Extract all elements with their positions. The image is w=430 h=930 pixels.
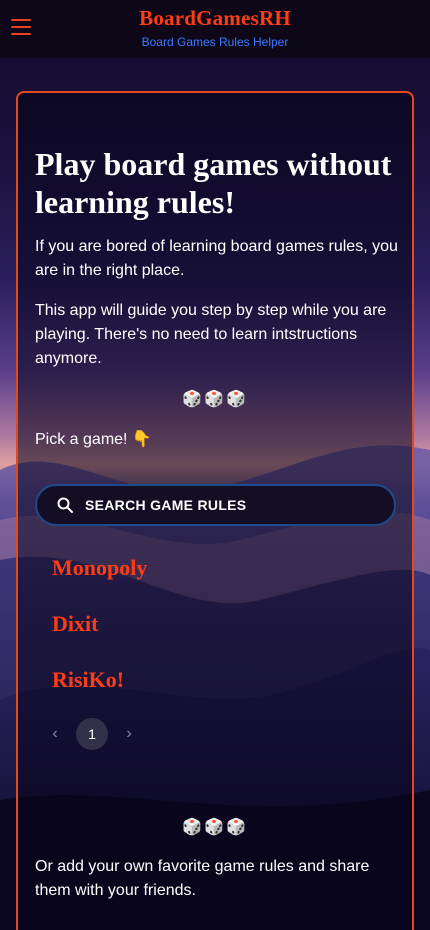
app-header: BoardGamesRH Board Games Rules Helper xyxy=(0,0,430,58)
game-link-monopoly[interactable]: Monopoly xyxy=(52,555,147,581)
game-link-risiko[interactable]: RisiKo! xyxy=(52,667,124,693)
brand-title[interactable]: BoardGamesRH xyxy=(0,6,430,31)
guide-paragraph: This app will guide you step by step whi… xyxy=(35,302,387,367)
next-page-button[interactable]: › xyxy=(118,719,140,749)
main-card: Play board games without learning rules!… xyxy=(16,91,414,930)
brand-subtitle: Board Games Rules Helper xyxy=(141,35,289,49)
search-game-rules-input[interactable]: SEARCH GAME RULES xyxy=(35,484,396,526)
dice-decoration: 🎲🎲🎲 xyxy=(182,391,248,408)
prev-page-button[interactable]: ‹ xyxy=(44,719,66,749)
hero-title: Play board games without learning rules! xyxy=(35,146,392,220)
intro-paragraph: If you are bored of learning board games… xyxy=(35,238,398,279)
page-1-button[interactable]: 1 xyxy=(76,718,108,750)
add-rules-paragraph: Or add your own favorite game rules and … xyxy=(35,858,370,899)
search-label: SEARCH GAME RULES xyxy=(85,497,247,513)
game-link-dixit[interactable]: Dixit xyxy=(52,611,98,637)
search-icon xyxy=(57,497,73,513)
pick-game-prompt: Pick a game! 👇 xyxy=(35,431,152,448)
pagination: ‹ 1 › xyxy=(44,718,140,750)
dice-decoration-2: 🎲🎲🎲 xyxy=(182,819,248,836)
